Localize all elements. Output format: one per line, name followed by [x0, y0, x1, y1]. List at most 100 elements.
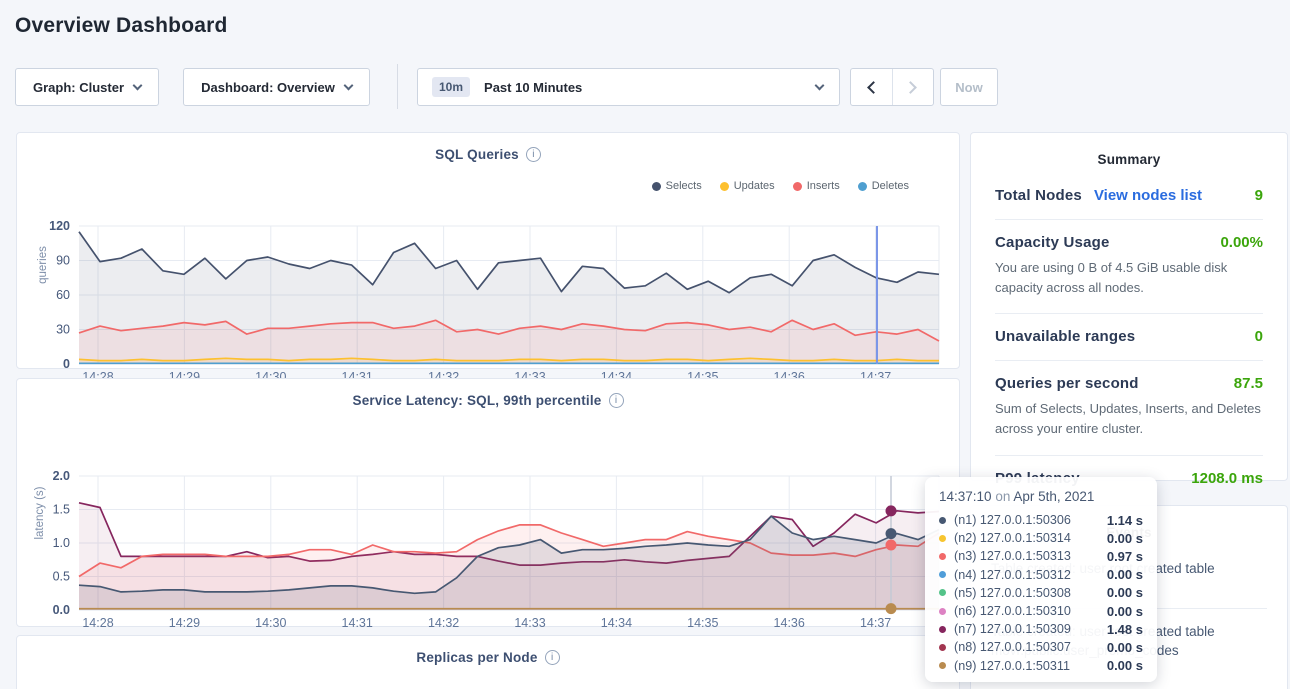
- prev-range-button[interactable]: [851, 69, 892, 105]
- legend-item-deletes[interactable]: Deletes: [858, 180, 909, 192]
- graph-scope-label: Graph: Cluster: [33, 80, 124, 95]
- svg-text:14:29: 14:29: [169, 616, 200, 630]
- y-axis-label: latency (s): [34, 468, 46, 558]
- node-address: (n2) 127.0.0.1:50314: [954, 531, 1071, 545]
- chart-title: SQL Queries: [435, 147, 519, 162]
- qps-description: Sum of Selects, Updates, Inserts, and De…: [995, 399, 1263, 439]
- svg-text:14:34: 14:34: [601, 616, 632, 630]
- summary-row-capacity: Capacity Usage 0.00% You are using 0 B o…: [995, 220, 1263, 314]
- summary-row-qps: Queries per second 87.5 Sum of Selects, …: [995, 361, 1263, 455]
- time-range-label: Past 10 Minutes: [484, 80, 582, 95]
- dashboard-label: Dashboard: Overview: [201, 80, 335, 95]
- chart-title: Replicas per Node: [416, 650, 537, 665]
- p99-latency-value: 1208.0 ms: [1191, 470, 1263, 487]
- node-address: (n5) 127.0.0.1:50308: [954, 586, 1071, 600]
- legend-dot: [652, 182, 661, 191]
- total-nodes-value: 9: [1255, 187, 1263, 204]
- info-icon[interactable]: i: [526, 147, 541, 162]
- svg-text:30: 30: [56, 323, 70, 337]
- tooltip-node-row: (n2) 127.0.0.1:50314 0.00 s: [939, 529, 1143, 547]
- service-latency-chart-card: Service Latency: SQL, 99th percentile i …: [16, 378, 960, 627]
- time-range-badge: 10m: [432, 77, 470, 97]
- now-button[interactable]: Now: [940, 68, 998, 106]
- dashboard-dropdown[interactable]: Dashboard: Overview: [183, 68, 370, 106]
- svg-text:14:35: 14:35: [687, 616, 718, 630]
- svg-text:90: 90: [56, 254, 70, 268]
- sql-queries-chart-card: SQL Queries i Selects Updates Inserts Delet…: [16, 132, 960, 369]
- svg-text:14:31: 14:31: [342, 616, 373, 630]
- node-latency-value: 0.00 s: [1107, 531, 1143, 546]
- graph-scope-dropdown[interactable]: Graph: Cluster: [15, 68, 159, 106]
- summary-heading: Summary: [971, 133, 1287, 167]
- capacity-description: You are using 0 B of 4.5 GiB usable disk…: [995, 258, 1263, 298]
- capacity-label: Capacity Usage: [995, 234, 1110, 251]
- svg-text:60: 60: [56, 288, 70, 302]
- legend-item-selects[interactable]: Selects: [652, 180, 702, 192]
- chevron-left-icon: [867, 81, 880, 94]
- node-latency-value: 0.00 s: [1107, 585, 1143, 600]
- legend-dot: [720, 182, 729, 191]
- time-step-buttons: [850, 68, 934, 106]
- next-range-button[interactable]: [892, 69, 934, 105]
- chart-title: Service Latency: SQL, 99th percentile: [353, 393, 602, 408]
- chevron-right-icon: [904, 81, 917, 94]
- total-nodes-label: Total Nodes: [995, 187, 1082, 204]
- summary-row-total-nodes: Total Nodes View nodes list 9: [995, 173, 1263, 220]
- chart-hover-tooltip: 14:37:10 on Apr 5th, 2021 (n1) 127.0.0.1…: [925, 477, 1157, 682]
- chevron-down-icon: [815, 80, 825, 90]
- qps-label: Queries per second: [995, 375, 1139, 392]
- replicas-chart-card: Replicas per Node i: [16, 635, 960, 689]
- node-color-dot: [939, 553, 946, 560]
- summary-panel: Summary Total Nodes View nodes list 9 Ca…: [970, 132, 1288, 481]
- tooltip-date: Apr 5th, 2021: [1013, 489, 1094, 504]
- legend-label: Selects: [666, 180, 702, 192]
- svg-text:14:30: 14:30: [255, 616, 286, 630]
- node-color-dot: [939, 644, 946, 651]
- info-icon[interactable]: i: [609, 393, 624, 408]
- unavailable-ranges-label: Unavailable ranges: [995, 328, 1135, 345]
- tooltip-node-row: (n7) 127.0.0.1:503091.48 s: [939, 620, 1143, 638]
- tooltip-rows: (n1) 127.0.0.1:503061.14 s(n2) 127.0.0.1…: [939, 511, 1143, 675]
- svg-text:0.0: 0.0: [53, 603, 70, 617]
- node-color-dot: [939, 608, 946, 615]
- info-icon[interactable]: i: [545, 650, 560, 665]
- chevron-down-icon: [133, 80, 143, 90]
- tooltip-node-row: (n5) 127.0.0.1:50308 0.00 s: [939, 584, 1143, 602]
- svg-text:14:37: 14:37: [860, 616, 891, 630]
- tooltip-node-row: (n4) 127.0.0.1:503120.00 s: [939, 566, 1143, 584]
- node-address: (n4) 127.0.0.1:50312: [954, 568, 1071, 582]
- tooltip-node-row: (n1) 127.0.0.1:503061.14 s: [939, 511, 1143, 529]
- page-title: Overview Dashboard: [15, 14, 228, 38]
- node-address: (n8) 127.0.0.1:50307: [954, 640, 1071, 654]
- node-address: (n1) 127.0.0.1:50306: [954, 513, 1071, 527]
- sql-queries-chart[interactable]: 030609012014:2814:2914:3014:3114:3214:33…: [17, 162, 961, 399]
- tooltip-node-row: (n9) 127.0.0.1:503110.00 s: [939, 657, 1143, 675]
- node-color-dot: [939, 571, 946, 578]
- node-latency-value: 0.00 s: [1107, 658, 1143, 673]
- svg-text:0.5: 0.5: [53, 570, 70, 584]
- node-latency-value: 1.48 s: [1107, 622, 1143, 637]
- svg-text:14:28: 14:28: [82, 616, 113, 630]
- legend-item-inserts[interactable]: Inserts: [793, 180, 840, 192]
- chart-legend: Selects Updates Inserts Deletes: [652, 180, 909, 192]
- legend-item-updates[interactable]: Updates: [720, 180, 775, 192]
- svg-text:0: 0: [63, 357, 70, 371]
- svg-text:1.5: 1.5: [53, 503, 70, 517]
- tooltip-node-row: (n6) 127.0.0.1:503100.00 s: [939, 602, 1143, 620]
- svg-text:120: 120: [49, 219, 70, 233]
- node-address: (n3) 127.0.0.1:50313: [954, 549, 1071, 563]
- svg-text:2.0: 2.0: [53, 469, 70, 483]
- service-latency-chart[interactable]: 0.00.51.01.52.014:2814:2914:3014:3114:32…: [17, 408, 961, 657]
- node-color-dot: [939, 589, 946, 596]
- node-color-dot: [939, 662, 946, 669]
- legend-label: Inserts: [807, 180, 840, 192]
- svg-text:14:33: 14:33: [514, 616, 545, 630]
- node-color-dot: [939, 626, 946, 633]
- legend-dot: [858, 182, 867, 191]
- view-nodes-list-link[interactable]: View nodes list: [1094, 187, 1202, 204]
- time-range-selector[interactable]: 10m Past 10 Minutes: [417, 68, 840, 106]
- y-axis-label: queries: [37, 220, 49, 310]
- node-latency-value: 0.00 s: [1107, 604, 1143, 619]
- tooltip-conjunction: on: [995, 489, 1010, 504]
- node-color-dot: [939, 535, 946, 542]
